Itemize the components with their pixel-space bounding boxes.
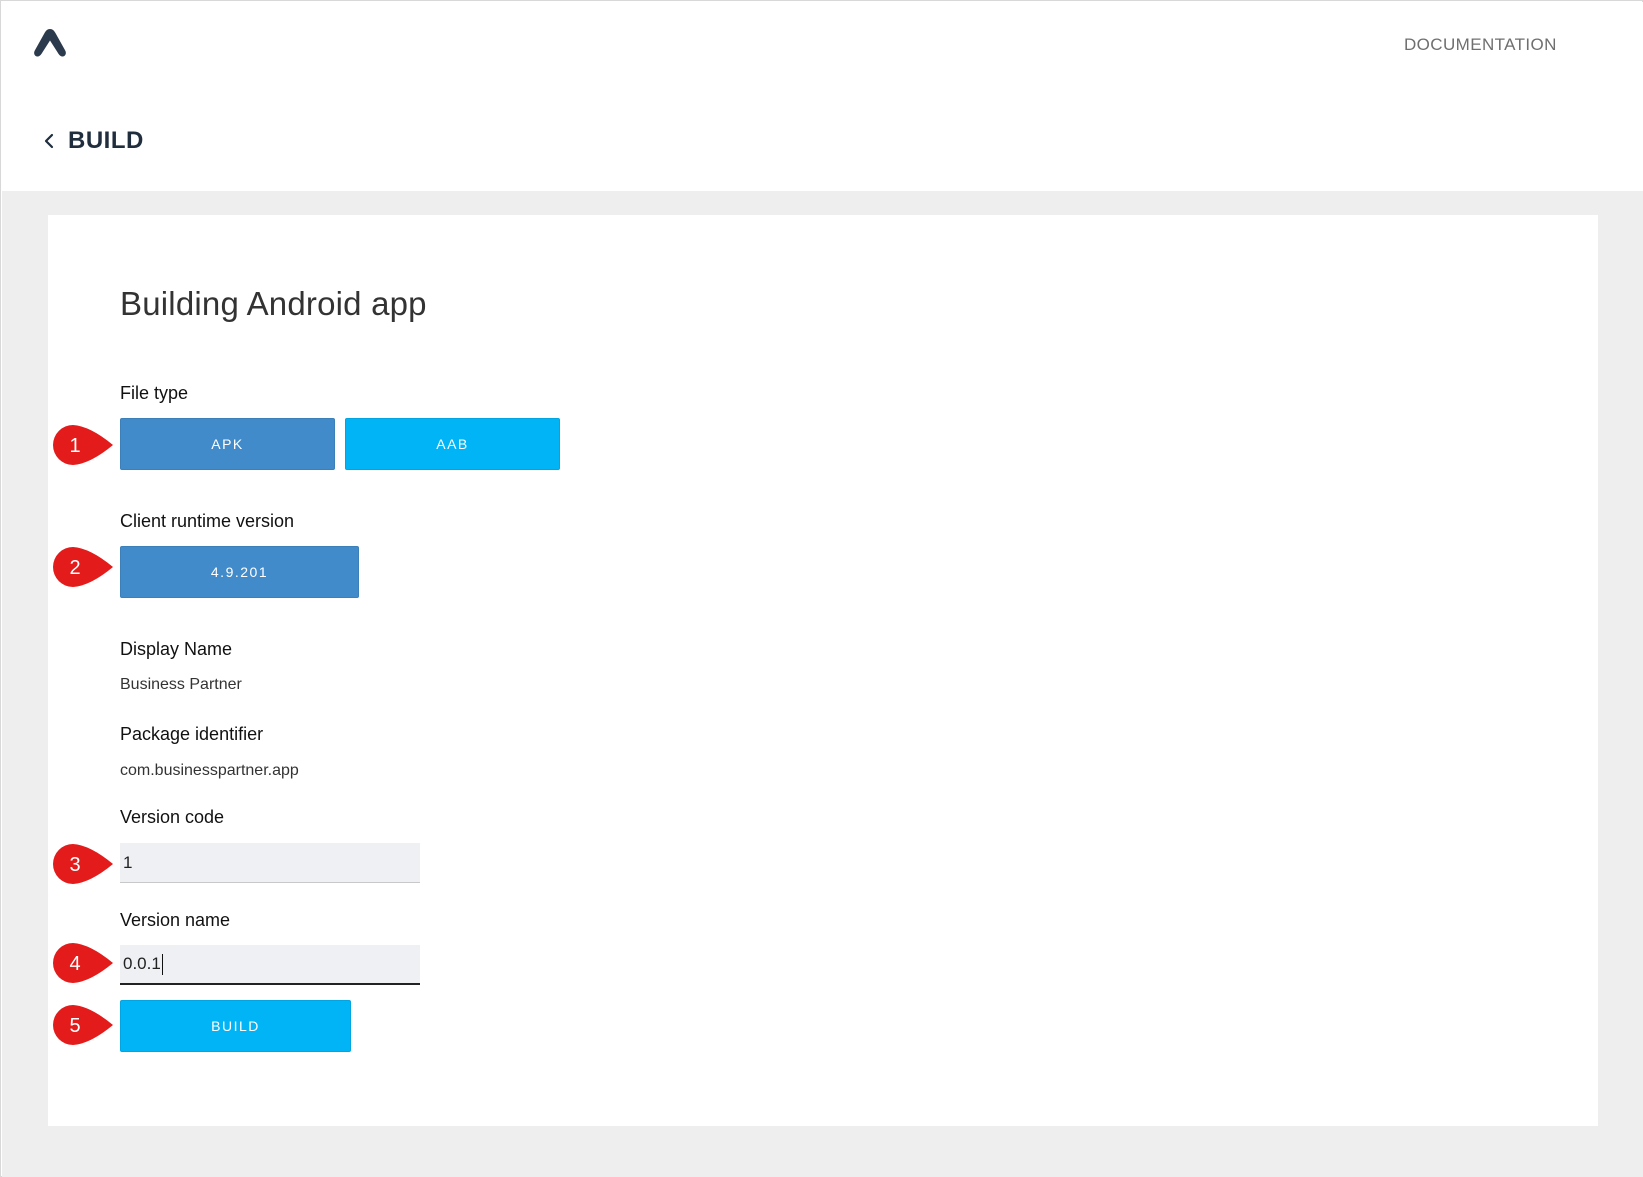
callout-marker-2: 2 [53, 547, 113, 587]
runtime-version-button[interactable]: 4.9.201 [120, 546, 359, 598]
version-code-input[interactable]: 1 [120, 843, 420, 883]
triangle-a-logo-icon[interactable] [32, 26, 68, 60]
version-code-value: 1 [123, 852, 133, 872]
back-to-build-button[interactable]: BUILD [42, 121, 144, 161]
build-button[interactable]: BUILD [120, 1000, 351, 1052]
version-name-input[interactable]: 0.0.1 [120, 945, 420, 985]
callout-marker-5: 5 [53, 1005, 113, 1045]
display-name-value: Business Partner [120, 676, 242, 693]
version-name-value: 0.0.1 [123, 954, 161, 973]
text-caret [161, 953, 163, 975]
version-name-label: Version name [120, 910, 231, 930]
chevron-left-icon [44, 133, 54, 149]
aab-button[interactable]: AAB [345, 418, 560, 470]
callout-number: 1 [69, 435, 80, 457]
callout-number: 3 [69, 854, 80, 876]
version-code-label: Version code [120, 807, 225, 827]
package-identifier-label: Package identifier [120, 724, 264, 744]
file-type-label: File type [120, 383, 189, 403]
top-bar: DOCUMENTATION BUILD [2, 2, 1643, 191]
callout-marker-4: 4 [53, 943, 113, 983]
build-card: Building Android app File type APK AAB C… [48, 215, 1598, 1126]
callout-number: 2 [69, 557, 80, 579]
card-title: Building Android app [120, 285, 427, 322]
client-runtime-label: Client runtime version [120, 511, 295, 531]
apk-button[interactable]: APK [120, 418, 335, 470]
callout-marker-1: 1 [53, 425, 113, 465]
page-title: BUILD [68, 127, 144, 154]
package-identifier-value: com.businesspartner.app [120, 762, 299, 779]
callout-number: 4 [69, 953, 80, 975]
documentation-link[interactable]: DOCUMENTATION [1404, 35, 1557, 55]
app-window: DOCUMENTATION BUILD Building Android app… [0, 0, 1643, 1177]
display-name-label: Display Name [120, 639, 233, 659]
callout-number: 5 [69, 1015, 80, 1037]
callout-marker-3: 3 [53, 844, 113, 884]
